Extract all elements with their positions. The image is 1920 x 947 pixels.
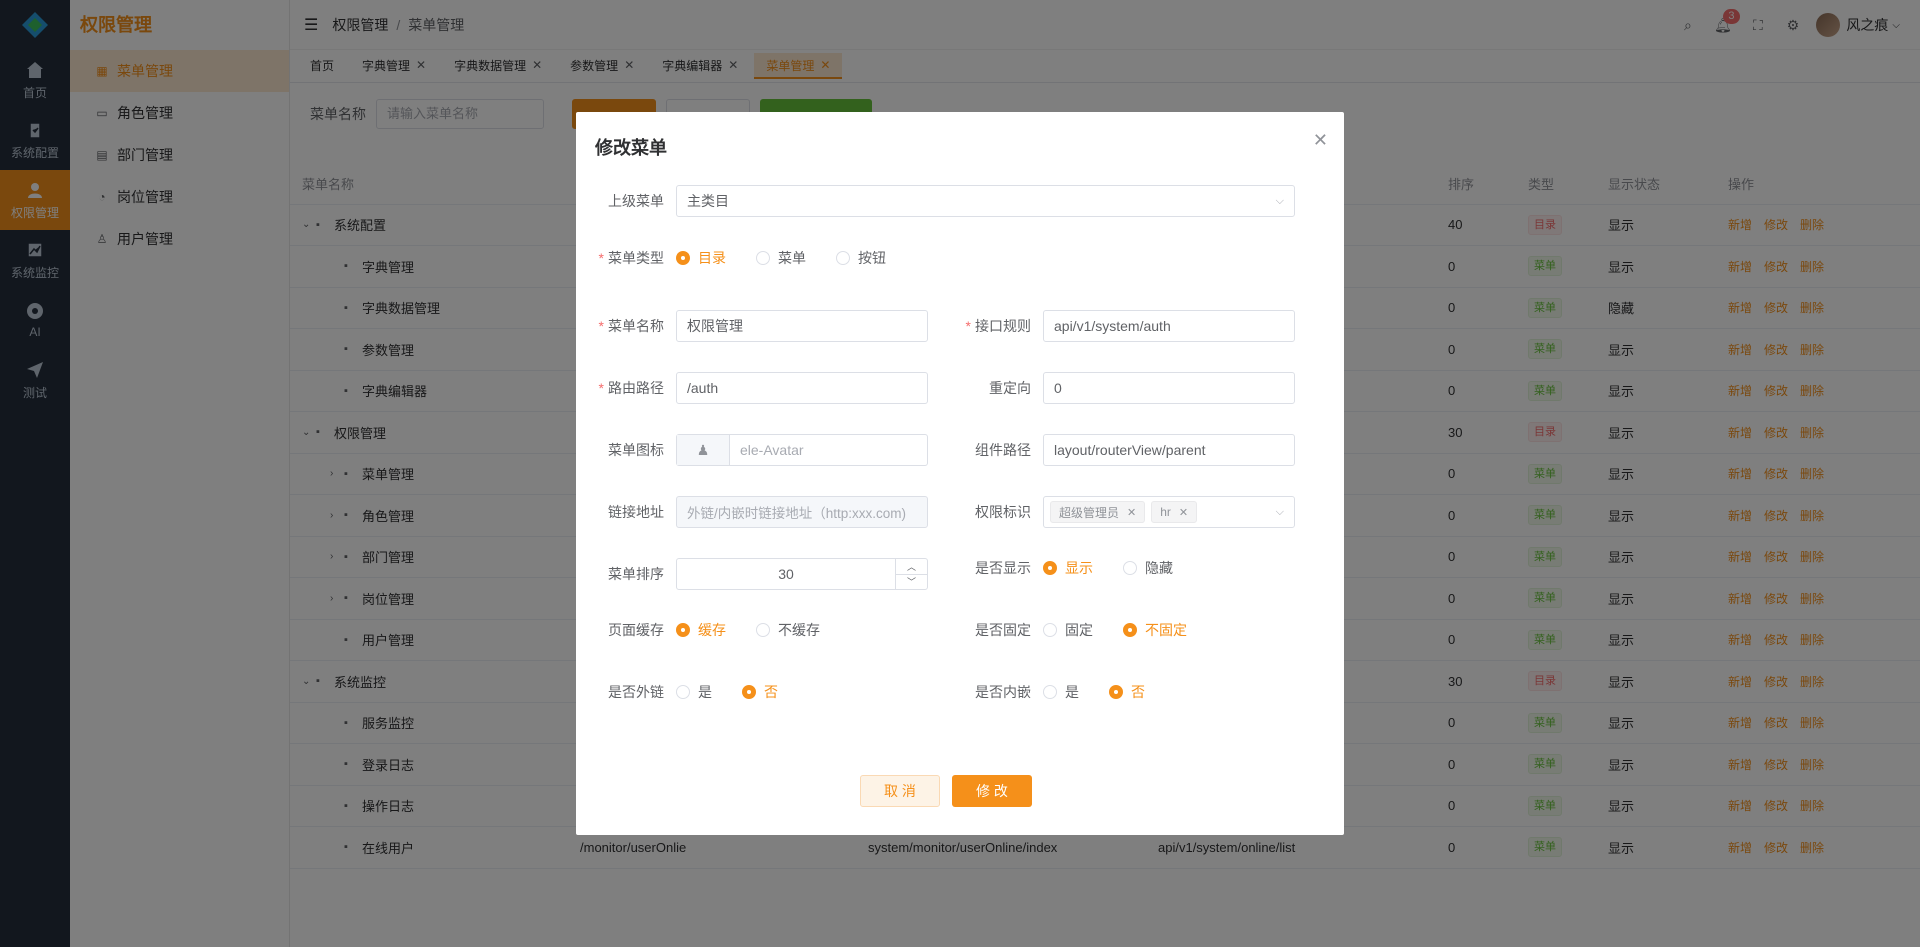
parent-label: 上级菜单 [608, 193, 664, 209]
redirect-input[interactable]: 0 [1043, 372, 1295, 404]
radio-visible-hide[interactable]: 隐藏 [1123, 558, 1173, 578]
route-path-label: 路由路径 [608, 380, 664, 396]
menu-name-label: 菜单名称 [608, 318, 664, 334]
sort-stepper[interactable]: 30 ︿ ﹀ [676, 558, 928, 590]
avatar-icon: ♟ [677, 435, 730, 465]
perm-tag: 超级管理员 ✕ [1050, 501, 1146, 523]
parent-select[interactable]: 主类目 ⌵ [676, 185, 1295, 217]
close-icon[interactable]: ✕ [1179, 506, 1188, 519]
cancel-button[interactable]: 取 消 [860, 775, 940, 807]
route-path-input[interactable]: /auth [676, 372, 928, 404]
perm-label: 权限标识 [975, 504, 1031, 520]
icon-picker[interactable]: ♟ ele-Avatar [676, 434, 928, 466]
radio-type-button[interactable]: 按钮 [836, 248, 886, 268]
chevron-down-icon: ⌵ [1275, 194, 1284, 207]
radio-iframe-no[interactable]: 否 [1109, 682, 1145, 702]
increase-icon[interactable]: ︿ [896, 559, 927, 575]
radio-affix-on[interactable]: 固定 [1043, 620, 1093, 640]
api-rule-label: 接口规则 [975, 318, 1031, 334]
redirect-label: 重定向 [989, 380, 1031, 396]
close-icon[interactable]: ✕ [1313, 130, 1328, 151]
iframe-label: 是否内嵌 [975, 684, 1031, 700]
link-input: 外链/内嵌时链接地址（http:xxx.com) [676, 496, 928, 528]
radio-cache-off[interactable]: 不缓存 [756, 620, 820, 640]
affix-label: 是否固定 [975, 622, 1031, 638]
radio-visible-show[interactable]: 显示 [1043, 558, 1093, 578]
perm-select[interactable]: 超级管理员 ✕ hr ✕ ⌵ [1043, 496, 1295, 528]
submit-button[interactable]: 修 改 [952, 775, 1032, 807]
radio-external-no[interactable]: 否 [742, 682, 778, 702]
component-label: 组件路径 [975, 442, 1031, 458]
edit-menu-dialog: 修改菜单 ✕ 上级菜单 主类目 ⌵ * 菜单类型 目录 菜单 按钮 * 菜单名称 权… [576, 112, 1344, 835]
perm-tag: hr ✕ [1151, 501, 1198, 523]
radio-external-yes[interactable]: 是 [676, 682, 712, 702]
radio-cache-on[interactable]: 缓存 [676, 620, 726, 640]
icon-label: 菜单图标 [608, 442, 664, 458]
cache-label: 页面缓存 [608, 622, 664, 638]
visible-label: 是否显示 [975, 560, 1031, 576]
radio-affix-off[interactable]: 不固定 [1123, 620, 1187, 640]
close-icon[interactable]: ✕ [1127, 506, 1136, 519]
component-input[interactable]: layout/routerView/parent [1043, 434, 1295, 466]
api-rule-input[interactable]: api/v1/system/auth [1043, 310, 1295, 342]
sort-label: 菜单排序 [608, 566, 664, 582]
menu-type-label: 菜单类型 [608, 250, 664, 266]
radio-type-dir[interactable]: 目录 [676, 248, 726, 268]
chevron-down-icon: ⌵ [1275, 505, 1284, 518]
link-label: 链接地址 [608, 504, 664, 520]
menu-name-input[interactable]: 权限管理 [676, 310, 928, 342]
radio-iframe-yes[interactable]: 是 [1043, 682, 1079, 702]
external-label: 是否外链 [608, 684, 664, 700]
dialog-title: 修改菜单 [595, 138, 667, 158]
radio-type-menu[interactable]: 菜单 [756, 248, 806, 268]
decrease-icon[interactable]: ﹀ [896, 575, 927, 590]
